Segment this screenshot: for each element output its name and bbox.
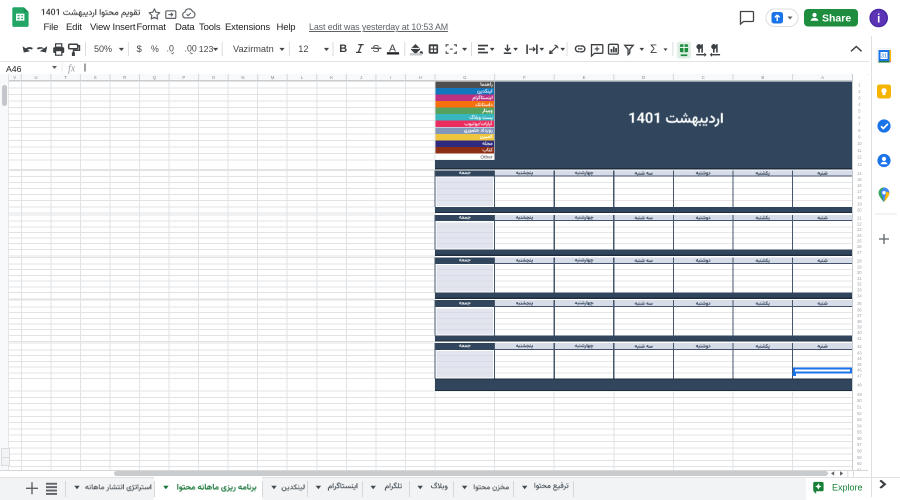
svg-text:Other: Other: [480, 154, 493, 160]
